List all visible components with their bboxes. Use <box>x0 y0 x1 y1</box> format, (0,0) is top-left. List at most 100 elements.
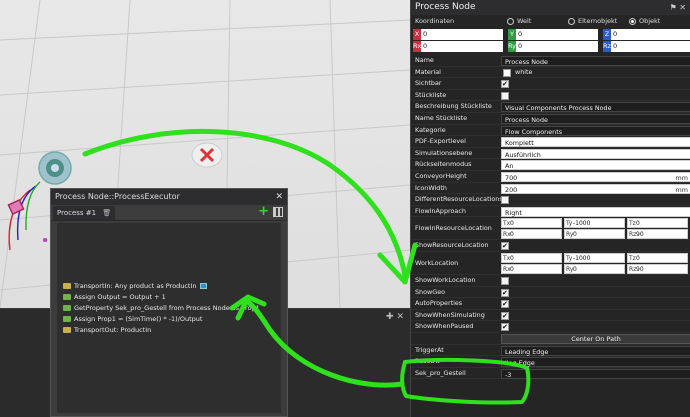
location-field-ty[interactable]: Ty -1000 <box>564 253 625 263</box>
assign-icon <box>63 316 71 322</box>
coord-field-x[interactable]: X0 <box>413 29 503 40</box>
property-row-name: Name Process Node <box>411 55 690 67</box>
location-field-rz[interactable]: Rz 90 <box>627 229 688 240</box>
checkbox[interactable] <box>501 311 509 321</box>
property-value-field[interactable]: 700 mm <box>501 172 690 182</box>
radio-welt[interactable] <box>507 18 514 25</box>
property-value-field[interactable]: -3 <box>501 368 690 379</box>
checkbox[interactable] <box>501 91 509 100</box>
field-value: 0 <box>636 255 640 262</box>
property-label: Name Stückliste <box>415 114 468 122</box>
field-key: Tz <box>629 220 636 228</box>
property-label: AutoProperties <box>415 299 463 308</box>
property-value-field[interactable]: Flow Components <box>501 125 690 136</box>
tab-process-1[interactable]: Process #1 🗑 <box>53 206 116 220</box>
material-swatch[interactable] <box>503 68 511 77</box>
location-field-tx[interactable]: Tx 0 <box>501 253 562 263</box>
center-on-path-button[interactable]: Center On Path <box>501 334 690 344</box>
field-value: 0 <box>510 220 514 228</box>
field-key: Ry <box>566 231 574 239</box>
checkbox[interactable] <box>501 79 509 89</box>
property-value-field[interactable]: Komplett <box>501 137 690 148</box>
radio-objekt[interactable] <box>629 18 636 25</box>
property-row-flowinresourcelocation: FlowInResourceLocation Tx 0 Ty -1000 Tz 0 Rx 0 Ry… <box>411 217 690 241</box>
location-fields: Rx 0 Ry 0 Rz 90 <box>501 229 690 240</box>
statement-row[interactable]: TransportIn: Any product as ProductIn <box>63 281 260 292</box>
property-label: PDF-Exportlevel <box>415 137 466 146</box>
field-key: Rx <box>503 266 511 273</box>
property-value-field[interactable]: Process Node <box>501 114 690 124</box>
assign-icon <box>63 294 71 300</box>
checkbox[interactable] <box>501 241 509 251</box>
radio-elternobjekt-label: Elternobjekt <box>578 17 618 25</box>
property-label: Simulationsebene <box>415 148 473 157</box>
property-value-field[interactable]: ling Edge <box>501 357 690 368</box>
location-field-ry[interactable]: Ry 0 <box>564 264 625 274</box>
sink-node-icon[interactable] <box>191 142 223 168</box>
process-node-icon[interactable] <box>38 151 72 185</box>
property-label: Stückliste <box>415 90 447 99</box>
material-name: white <box>515 67 533 76</box>
tab-label: Process #1 <box>57 209 97 217</box>
location-field-rx[interactable]: Rx 0 <box>501 229 562 240</box>
grid-view-icon[interactable] <box>273 207 283 217</box>
property-value: Komplett <box>505 139 534 148</box>
coordinate-mode-row: Koordinaten Welt Elternobjekt Objekt <box>411 15 690 28</box>
property-value-field[interactable]: Process Node <box>501 56 690 66</box>
statement-row[interactable]: TransportOut: ProductIn <box>63 325 260 336</box>
field-key: Tx <box>503 220 511 228</box>
statement-list[interactable]: TransportIn: Any product as ProductIn Ass… <box>57 223 281 413</box>
property-value: 700 <box>505 174 518 182</box>
panel-icons[interactable]: ⚑ ✕ <box>670 0 686 15</box>
statement-row[interactable]: Assign Prop1 = (SimTime() * -1)/Output <box>63 314 260 325</box>
field-key: Tz <box>629 255 636 262</box>
property-value-field[interactable]: Ausführlich <box>501 148 690 159</box>
checkbox[interactable] <box>501 277 509 285</box>
location-field-rx[interactable]: Rx 0 <box>501 264 562 274</box>
location-field-ry[interactable]: Ry 0 <box>564 229 625 240</box>
property-value: Leading Edge <box>505 347 549 356</box>
location-field-tz[interactable]: Tz 0 <box>627 218 688 229</box>
coord-field-y[interactable]: Y0 <box>508 29 598 40</box>
location-field-ty[interactable]: Ty -1000 <box>564 218 625 229</box>
property-row-showgeo: ShowGeo <box>411 287 690 299</box>
property-row-name-st-ckliste: Name Stückliste Process Node <box>411 113 690 125</box>
property-label: IconWidth <box>415 183 447 192</box>
process-window-title: Process Node::ProcessExecutor <box>55 192 180 201</box>
property-row-simulationsebene: Simulationsebene Ausführlich <box>411 148 690 160</box>
location-field-rz[interactable]: Rz 90 <box>627 264 688 274</box>
statement-row[interactable]: Assign Output = Output + 1 <box>63 292 260 303</box>
robot-path-curves <box>7 181 47 251</box>
property-value-field[interactable]: Visual Components Process Node <box>501 102 690 113</box>
location-field-tx[interactable]: Tx 0 <box>501 218 562 229</box>
property-row-differentresourcelocations: DifferentResourceLocations <box>411 194 690 206</box>
radio-elternobjekt[interactable] <box>568 18 575 25</box>
coord-field-rz[interactable]: Rz 0 <box>603 41 690 52</box>
trash-icon[interactable]: 🗑 <box>102 209 111 217</box>
dock-tools[interactable]: ✚ ✕ <box>386 312 404 322</box>
property-value: -3 <box>505 370 512 379</box>
statement-text: Assign Prop1 = (SimTime() * -1)/Output <box>74 315 203 323</box>
property-value-field[interactable]: 200 mm <box>501 183 690 194</box>
property-row-st-ckliste: Stückliste <box>411 90 690 102</box>
field-value: 0 <box>510 255 514 262</box>
product-tag-icon[interactable] <box>199 283 207 289</box>
checkbox[interactable] <box>501 288 509 298</box>
process-window-titlebar[interactable]: Process Node::ProcessExecutor ✕ <box>51 189 287 205</box>
coord-field-ry[interactable]: Ry 0 <box>508 41 598 52</box>
property-row-pdf-exportlevel: PDF-Exportlevel Komplett <box>411 136 690 148</box>
checkbox[interactable] <box>501 299 509 309</box>
checkbox[interactable] <box>501 196 509 205</box>
field-key: Tx <box>503 255 511 262</box>
property-value-field[interactable]: Right <box>501 206 690 217</box>
location-field-tz[interactable]: Tz 0 <box>627 253 688 263</box>
coord-field-rx[interactable]: Rx 0 <box>413 41 503 52</box>
checkbox[interactable] <box>501 322 509 332</box>
add-statement-button[interactable]: + <box>258 205 269 219</box>
coord-field-z[interactable]: Z0 <box>603 29 690 40</box>
statement-text: TransportOut: ProductIn <box>74 326 152 334</box>
close-icon[interactable]: ✕ <box>275 189 283 205</box>
property-value-field[interactable]: An <box>501 160 690 171</box>
statement-row[interactable]: GetProperty Sek_pro_Gestell from Process… <box>63 303 260 314</box>
property-value-field[interactable]: Leading Edge <box>501 345 690 356</box>
